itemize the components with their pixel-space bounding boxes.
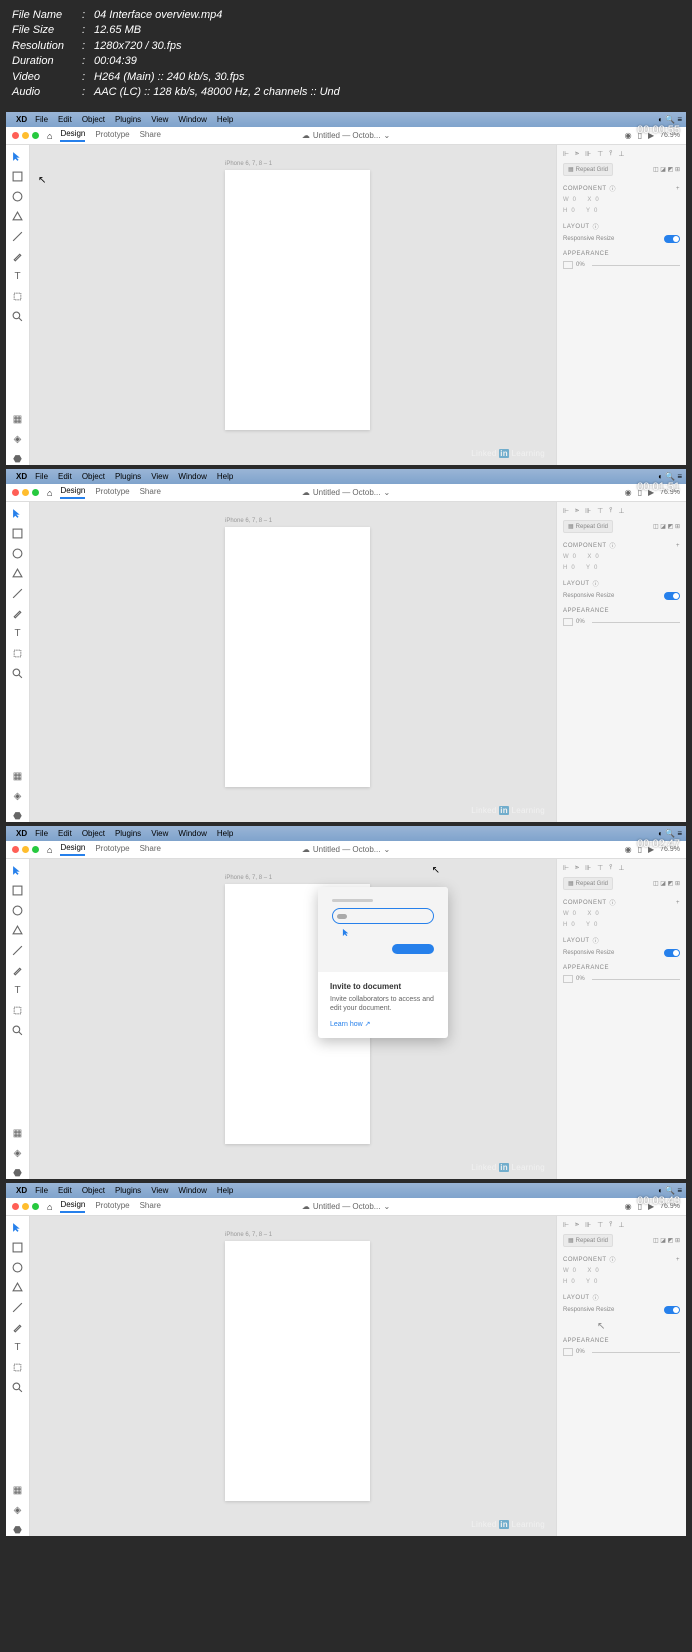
- line-tool-icon[interactable]: [12, 231, 23, 242]
- opacity-control[interactable]: 0%: [563, 261, 680, 269]
- app-tabbar: ⌂ Design Prototype Share ☁Untitled — Oct…: [6, 484, 686, 502]
- ellipse-tool-icon[interactable]: [12, 191, 23, 202]
- avatar-icon[interactable]: ◉: [625, 131, 632, 140]
- line-tool-icon[interactable]: [12, 1302, 23, 1313]
- tab-share[interactable]: Share: [140, 130, 161, 141]
- assets-icon[interactable]: ▦: [12, 414, 23, 425]
- artboard-tool-icon[interactable]: [12, 1362, 23, 1373]
- ellipse-tool-icon[interactable]: [12, 1262, 23, 1273]
- ellipse-tool-icon[interactable]: [12, 905, 23, 916]
- text-tool-icon[interactable]: T: [12, 271, 23, 282]
- menubar-status: ◐ 🔍 ≡: [658, 115, 682, 124]
- cloud-icon: ☁: [302, 131, 310, 140]
- rectangle-tool-icon[interactable]: [12, 1242, 23, 1253]
- polygon-tool-icon[interactable]: [12, 925, 23, 936]
- plugins-icon[interactable]: ⬣: [12, 454, 23, 465]
- zoom-tool-icon[interactable]: [12, 311, 23, 322]
- popover-illustration: [318, 887, 448, 972]
- section-layout: LAYOUT ⓘ: [563, 222, 680, 231]
- menu-object[interactable]: Object: [82, 115, 105, 124]
- select-tool-icon[interactable]: [12, 508, 23, 519]
- artboard-tool-icon[interactable]: [12, 1005, 23, 1016]
- left-toolbar: T ▦ ◈ ⬣: [6, 502, 30, 822]
- canvas[interactable]: iPhone 6, 7, 8 – 1 Linked in Learning: [30, 502, 556, 822]
- home-icon[interactable]: ⌂: [47, 131, 52, 141]
- cursor-icon: ↖: [38, 175, 46, 186]
- section-component: COMPONENT ⓘ +: [563, 184, 680, 193]
- macos-menubar[interactable]: XD File Edit Object Plugins View Window …: [6, 469, 686, 484]
- zoom-tool-icon[interactable]: [12, 668, 23, 679]
- menu-plugins[interactable]: Plugins: [115, 115, 141, 124]
- timestamp: 00:02:47: [637, 838, 680, 850]
- cursor-icon: ↖: [432, 865, 440, 876]
- polygon-tool-icon[interactable]: [12, 211, 23, 222]
- pen-tool-icon[interactable]: [12, 1322, 23, 1333]
- pen-tool-icon[interactable]: [12, 965, 23, 976]
- app-name[interactable]: XD: [16, 115, 27, 124]
- ellipse-tool-icon[interactable]: [12, 548, 23, 559]
- menu-edit[interactable]: Edit: [58, 115, 72, 124]
- boolean-ops[interactable]: ◫ ◪ ◩ ⊞: [653, 166, 680, 173]
- video-frame-2: 00:01:51 XD File Edit Object Plugins Vie…: [6, 469, 686, 822]
- zoom-tool-icon[interactable]: [12, 1382, 23, 1393]
- video-frame-3: 00:02:47 XD File Edit Object Plugins Vie…: [6, 826, 686, 1179]
- cursor-icon: ↖: [597, 1321, 692, 1332]
- transform-controls[interactable]: W 0 X 0: [563, 197, 680, 203]
- tab-prototype[interactable]: Prototype: [95, 130, 129, 141]
- menu-file[interactable]: File: [35, 115, 48, 124]
- align-controls[interactable]: ⊩⫸⊪⊤⫯⊥: [563, 150, 680, 158]
- text-tool-icon[interactable]: T: [12, 628, 23, 639]
- menu-window[interactable]: Window: [178, 115, 206, 124]
- menu-view[interactable]: View: [151, 115, 168, 124]
- line-tool-icon[interactable]: [12, 945, 23, 956]
- repeat-grid-button[interactable]: ▦ Repeat Grid: [563, 163, 613, 176]
- section-appearance: APPEARANCE: [563, 251, 680, 257]
- video-frame-4: 00:03:43 XD File Edit Object Plugins Vie…: [6, 1183, 686, 1536]
- cursor-icon: [342, 928, 351, 937]
- artboard-tool-icon[interactable]: [12, 648, 23, 659]
- select-tool-icon[interactable]: [12, 1222, 23, 1233]
- right-inspector: ⊩⫸⊪⊤⫯⊥ ▦ Repeat Grid◫ ◪ ◩ ⊞ COMPONENT ⓘ …: [556, 502, 686, 822]
- timestamp: 00:03:43: [637, 1195, 680, 1207]
- popover-description: Invite collaborators to access and edit …: [330, 995, 436, 1013]
- canvas[interactable]: ↖ iPhone 6, 7, 8 – 1 Linked in Learning: [30, 145, 556, 465]
- watermark: Linked in Learning: [468, 448, 548, 459]
- pen-tool-icon[interactable]: [12, 608, 23, 619]
- timestamp: 00:01:51: [637, 481, 680, 493]
- text-tool-icon[interactable]: T: [12, 985, 23, 996]
- select-tool-icon[interactable]: [12, 151, 23, 162]
- invite-popover: Invite to document Invite collaborators …: [318, 887, 448, 1037]
- text-tool-icon[interactable]: T: [12, 1342, 23, 1353]
- menu-help[interactable]: Help: [217, 115, 233, 124]
- timestamp: 00:00:55: [637, 124, 680, 136]
- rectangle-tool-icon[interactable]: [12, 528, 23, 539]
- right-inspector: ⊩⫸⊪⊤⫯⊥ ▦ Repeat Grid ◫ ◪ ◩ ⊞ COMPONENT ⓘ …: [556, 145, 686, 465]
- video-frame-1: 00:00:55 XD File Edit Object Plugins Vie…: [6, 112, 686, 465]
- macos-menubar[interactable]: XD File Edit Object Plugins View Window …: [6, 112, 686, 127]
- responsive-resize-toggle[interactable]: Responsive Resize: [563, 235, 680, 243]
- window-controls[interactable]: [12, 132, 39, 139]
- learn-how-link[interactable]: Learn how ↗: [330, 1020, 436, 1028]
- left-toolbar: T ▦ ◈ ⬣: [6, 145, 30, 465]
- document-title[interactable]: ☁Untitled — Octob... ⌄: [302, 131, 390, 140]
- rectangle-tool-icon[interactable]: [12, 171, 23, 182]
- artboard-label[interactable]: iPhone 6, 7, 8 – 1: [225, 161, 272, 167]
- rectangle-tool-icon[interactable]: [12, 885, 23, 896]
- select-tool-icon[interactable]: [12, 865, 23, 876]
- layers-icon[interactable]: ◈: [12, 434, 23, 445]
- popover-title: Invite to document: [330, 982, 436, 991]
- file-metadata: File Name:04 Interface overview.mp4 File…: [0, 0, 692, 108]
- pen-tool-icon[interactable]: [12, 251, 23, 262]
- polygon-tool-icon[interactable]: [12, 1282, 23, 1293]
- tab-design[interactable]: Design: [60, 129, 85, 142]
- zoom-tool-icon[interactable]: [12, 1025, 23, 1036]
- artboard-tool-icon[interactable]: [12, 291, 23, 302]
- app-tabbar: ⌂ Design Prototype Share ☁Untitled — Oct…: [6, 127, 686, 145]
- artboard[interactable]: [225, 170, 370, 430]
- polygon-tool-icon[interactable]: [12, 568, 23, 579]
- line-tool-icon[interactable]: [12, 588, 23, 599]
